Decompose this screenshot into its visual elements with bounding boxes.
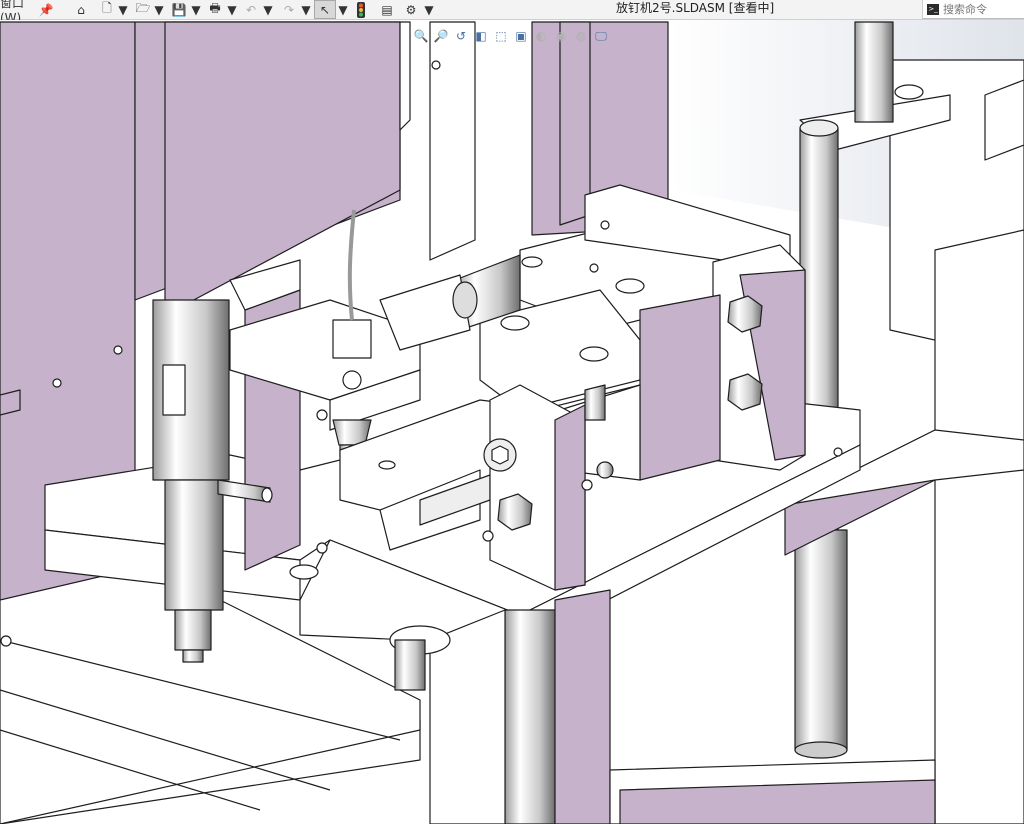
chevron-down-icon[interactable]: ▼ [424,0,433,19]
chevron-down-icon[interactable]: ▼ [338,0,347,19]
view-settings-icon[interactable]: 🖵 [592,29,610,44]
right-frame-plate [934,229,1024,824]
section-view-icon[interactable]: ◧ [472,29,490,43]
undo-icon[interactable]: ↶ [242,0,260,19]
main-toolbar: 窗口(W) 📌 ⌂ 🗋 ▼ 🗁 ▼ 💾 ▼ 🖶 ▼ ↶ ▼ ↷ ▼ ↖ ▼ ▤ … [0,0,1024,25]
zoom-area-icon[interactable]: 🔎 [432,29,450,43]
apply-scene-icon[interactable]: ◍ [572,29,590,43]
display-style-icon[interactable]: ▣ [512,29,530,43]
window-menu[interactable]: 窗口(W) [0,0,34,25]
edit-appearance-icon[interactable]: ◉ [552,29,570,43]
guide-rod-lower [794,529,848,751]
print-icon[interactable]: 🖶 [206,0,224,19]
traffic-light-icon[interactable] [354,0,368,19]
heads-up-view-toolbar: 🔍 🔎 ↺ ◧ ⬚ ▣ ◐ ◉ ◍ 🖵 [412,25,610,47]
new-document-icon[interactable]: 🗋 [98,0,116,19]
redo-icon[interactable]: ↷ [280,0,298,19]
support-column [504,609,556,824]
options-gear-icon[interactable]: ⚙ [402,0,420,19]
command-search-input[interactable]: >_ 搜索命令 [922,0,1024,19]
open-folder-icon[interactable]: 🗁 [134,0,152,19]
save-icon[interactable]: 💾 [170,0,188,19]
window-title: 放钉机2号.SLDASM [查看中] [616,1,775,15]
command-prompt-icon: >_ [927,3,939,15]
front-lilac-block [639,294,721,481]
guide-rod-top [854,21,894,123]
home-icon[interactable]: ⌂ [72,0,90,19]
chevron-down-icon[interactable]: ▼ [154,0,163,19]
chevron-down-icon[interactable]: ▼ [263,0,272,19]
chevron-down-icon[interactable]: ▼ [227,0,236,19]
pin-icon[interactable]: 📌 [38,0,54,19]
command-search-placeholder: 搜索命令 [943,3,987,16]
cad-graphics-area[interactable] [0,20,1024,824]
chevron-down-icon[interactable]: ▼ [191,0,200,19]
previous-view-icon[interactable]: ↺ [452,29,470,43]
file-properties-icon[interactable]: ▤ [378,0,396,19]
zoom-to-fit-icon[interactable]: 🔍 [412,29,430,43]
chevron-down-icon[interactable]: ▼ [118,0,127,19]
chevron-down-icon[interactable]: ▼ [301,0,310,19]
view-orientation-icon[interactable]: ⬚ [492,29,510,43]
hide-show-icon[interactable]: ◐ [532,29,550,43]
select-cursor-icon[interactable]: ↖ [314,0,336,19]
